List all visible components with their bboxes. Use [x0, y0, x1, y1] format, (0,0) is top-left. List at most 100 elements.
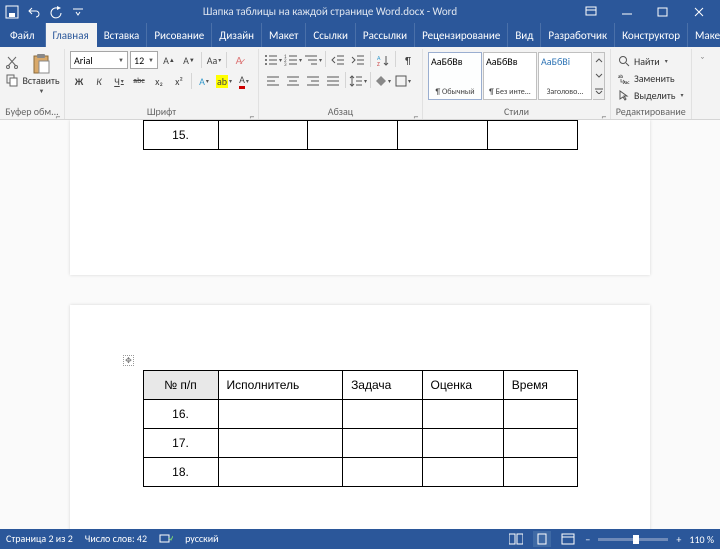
tab-layout[interactable]: Макет [262, 23, 306, 47]
group-font: Arial▼ 12▼ A▲ A▼ Aa▾ A̷ Ж К Ч▾ abc x₂ x²… [65, 49, 259, 119]
styles-more-icon[interactable] [593, 52, 605, 100]
shrink-font-icon[interactable]: A▼ [180, 51, 198, 69]
increase-indent-icon[interactable] [349, 51, 367, 69]
minimize-icon[interactable] [610, 2, 644, 22]
window-controls [574, 2, 716, 22]
language-indicator[interactable]: русский [185, 532, 219, 547]
close-icon[interactable] [682, 2, 716, 22]
text-effects-icon[interactable]: A▾ [195, 72, 213, 90]
svg-text:Z: Z [377, 60, 380, 66]
style-normal[interactable]: АаБбВв ¶ Обычный [428, 52, 482, 100]
page-1: 15. [70, 120, 650, 275]
strikethrough-button[interactable]: abc [130, 72, 148, 90]
ribbon-tabs: Файл Главная Вставка Рисование Дизайн Ма… [0, 23, 720, 47]
quick-access-toolbar [4, 4, 86, 20]
numbering-icon[interactable]: 123▾ [284, 51, 302, 69]
ribbon: Вставить ▼ Буфер обм...⌐ Arial▼ 12▼ A▲ A… [0, 47, 720, 120]
redo-icon[interactable] [48, 4, 64, 20]
tab-view[interactable]: Вид [508, 23, 541, 47]
bullets-icon[interactable]: ▾ [264, 51, 282, 69]
show-marks-icon[interactable]: ¶ [399, 51, 417, 69]
paste-button[interactable]: Вставить ▼ [23, 51, 59, 97]
table-header-row[interactable]: № п/п Исполнитель Задача Оценка Время [143, 371, 577, 400]
copy-icon[interactable] [5, 73, 21, 89]
collapse-ribbon-icon[interactable]: ˇ [694, 51, 712, 69]
bold-button[interactable]: Ж [70, 72, 88, 90]
page-2: ✥ № п/п Исполнитель Задача Оценка Время … [70, 305, 650, 535]
line-spacing-icon[interactable]: ▾ [349, 72, 367, 90]
dialog-launcher-icon[interactable]: ⌐ [248, 110, 256, 118]
borders-icon[interactable]: ▾ [394, 72, 412, 90]
save-icon[interactable] [4, 4, 20, 20]
zoom-out-icon[interactable]: − [585, 533, 590, 546]
title-bar: Шапка таблицы на каждой странице Word.do… [0, 0, 720, 23]
tab-mailings[interactable]: Рассылки [356, 23, 415, 47]
tab-developer[interactable]: Разработчик [541, 23, 615, 47]
replace-button[interactable]: abacЗаменить [616, 70, 686, 86]
group-styles: АаБбВв ¶ Обычный АаБбВв ¶ Без инте... Аа… [423, 49, 611, 119]
print-layout-icon[interactable] [533, 531, 551, 547]
superscript-button[interactable]: x² [170, 72, 188, 90]
font-name-combo[interactable]: Arial▼ [70, 51, 128, 69]
dialog-launcher-icon[interactable]: ⌐ [54, 110, 62, 118]
group-editing: Найти▾ abacЗаменить Выделить▾ Редактиров… [611, 49, 692, 119]
read-mode-icon[interactable] [507, 531, 525, 547]
tab-file[interactable]: Файл [0, 23, 46, 47]
style-heading1[interactable]: АаБбВі Заголово... [538, 52, 592, 100]
font-size-combo[interactable]: 12▼ [130, 51, 158, 69]
word-count[interactable]: Число слов: 42 [85, 532, 147, 547]
style-no-spacing[interactable]: АаБбВв ¶ Без инте... [483, 52, 537, 100]
maximize-icon[interactable] [646, 2, 680, 22]
sort-icon[interactable]: AZ [374, 51, 392, 69]
table-row[interactable]: 18. [143, 458, 577, 487]
cut-icon[interactable] [5, 55, 21, 71]
multilevel-list-icon[interactable]: ▾ [304, 51, 322, 69]
align-right-icon[interactable] [304, 72, 322, 90]
document-title: Шапка таблицы на каждой странице Word.do… [86, 5, 574, 18]
change-case-icon[interactable]: Aa▾ [205, 51, 223, 69]
table-row[interactable]: 15. [143, 121, 577, 150]
group-clipboard: Вставить ▼ Буфер обм...⌐ [0, 49, 65, 119]
dialog-launcher-icon[interactable]: ⌐ [600, 110, 608, 118]
dialog-launcher-icon[interactable]: ⌐ [412, 110, 420, 118]
svg-text:ac: ac [625, 80, 630, 84]
group-paragraph: ▾ 123▾ ▾ AZ ¶ ▾ ▾ ▾ [259, 49, 423, 119]
justify-icon[interactable] [324, 72, 342, 90]
highlight-icon[interactable]: ab▾ [215, 72, 233, 90]
customize-qat-icon[interactable] [70, 4, 86, 20]
shading-icon[interactable]: ▾ [374, 72, 392, 90]
zoom-in-icon[interactable]: + [676, 533, 681, 546]
align-center-icon[interactable] [284, 72, 302, 90]
tab-review[interactable]: Рецензирование [415, 23, 508, 47]
zoom-level[interactable]: 110 % [689, 533, 714, 546]
table-anchor-icon[interactable]: ✥ [123, 355, 134, 366]
subscript-button[interactable]: x₂ [150, 72, 168, 90]
tab-table-design[interactable]: Конструктор [615, 23, 688, 47]
tab-draw[interactable]: Рисование [147, 23, 212, 47]
tab-insert[interactable]: Вставка [97, 23, 148, 47]
table-row[interactable]: 16. [143, 400, 577, 429]
align-left-icon[interactable] [264, 72, 282, 90]
document-area[interactable]: 15. ✥ № п/п Исполнитель Задача Оценка Вр… [0, 120, 720, 535]
svg-text:3: 3 [284, 62, 287, 67]
ribbon-options-icon[interactable] [574, 2, 608, 22]
tab-references[interactable]: Ссылки [306, 23, 356, 47]
undo-icon[interactable] [26, 4, 42, 20]
italic-button[interactable]: К [90, 72, 108, 90]
grow-font-icon[interactable]: A▲ [160, 51, 178, 69]
underline-button[interactable]: Ч▾ [110, 72, 128, 90]
zoom-slider[interactable] [598, 538, 668, 541]
clear-formatting-icon[interactable]: A̷ [230, 51, 248, 69]
tab-table-layout[interactable]: Макет [688, 23, 720, 47]
find-button[interactable]: Найти▾ [616, 53, 686, 69]
decrease-indent-icon[interactable] [329, 51, 347, 69]
spellcheck-icon[interactable] [159, 532, 173, 547]
table-row[interactable]: 17. [143, 429, 577, 458]
font-color-icon[interactable]: A▾ [235, 72, 253, 90]
tab-design[interactable]: Дизайн [212, 23, 262, 47]
status-bar: Страница 2 из 2 Число слов: 42 русский −… [0, 529, 720, 549]
tab-home[interactable]: Главная [46, 23, 97, 47]
web-layout-icon[interactable] [559, 531, 577, 547]
page-indicator[interactable]: Страница 2 из 2 [6, 532, 73, 547]
select-button[interactable]: Выделить▾ [616, 87, 686, 103]
